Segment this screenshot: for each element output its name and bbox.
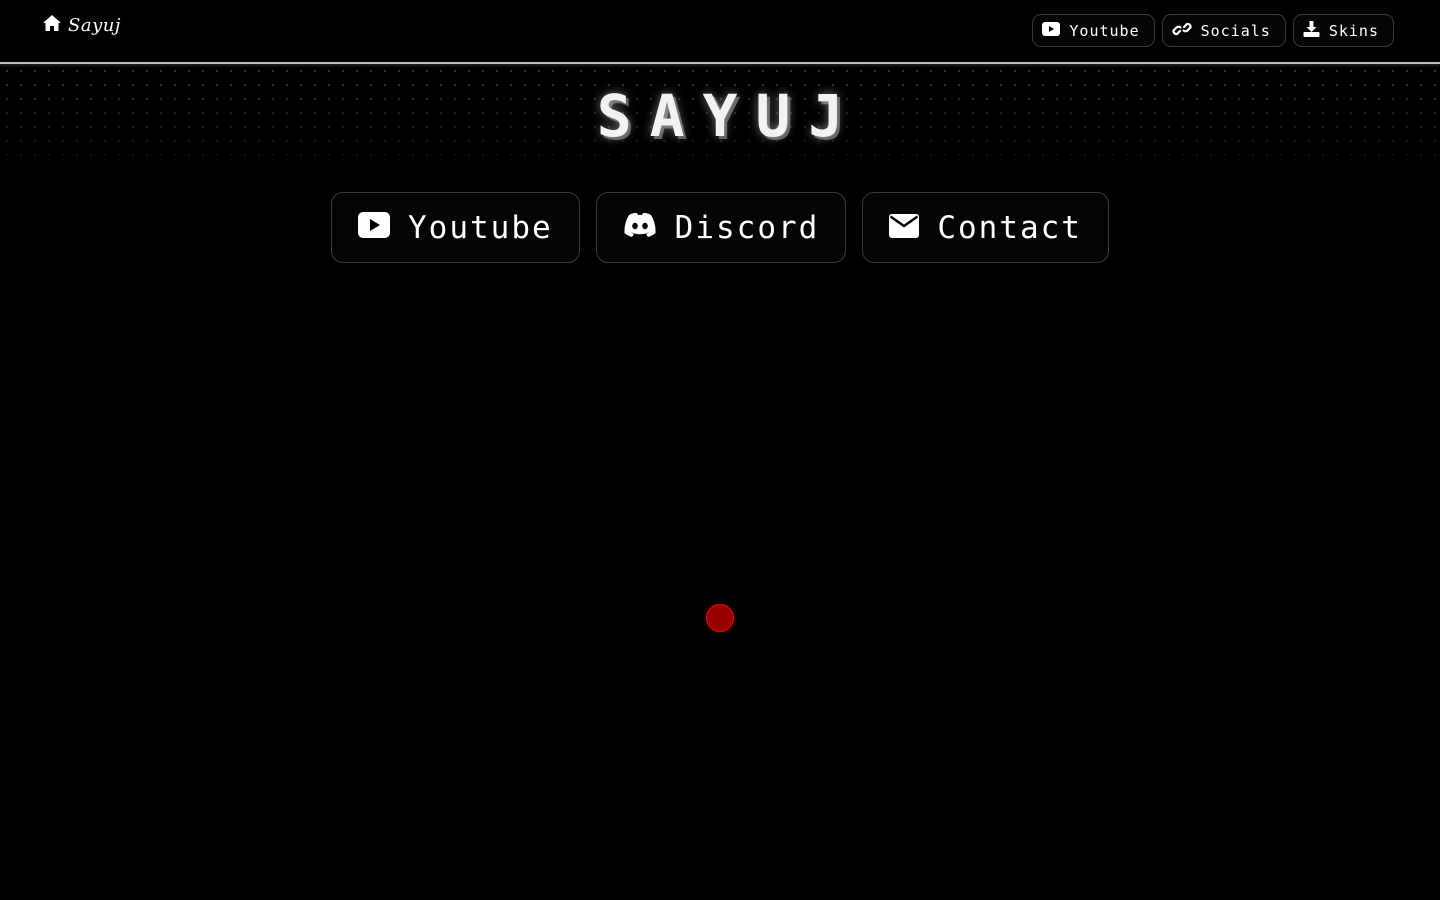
nav-socials-label: Socials — [1200, 21, 1271, 40]
envelope-icon — [889, 210, 920, 246]
site-title: SAYUJ — [596, 82, 862, 150]
contact-button[interactable]: Contact — [862, 192, 1109, 263]
nav-links: Youtube Socials Skins — [1032, 14, 1394, 47]
brand-label: Sayuj — [68, 14, 121, 36]
cursor-dot — [706, 604, 734, 632]
link-icon — [1172, 21, 1192, 41]
youtube-button[interactable]: Youtube — [331, 192, 580, 263]
download-icon — [1303, 20, 1320, 41]
navbar: Sayuj Youtube Socials Skins — [0, 0, 1440, 62]
nav-socials-button[interactable]: Socials — [1161, 14, 1286, 47]
nav-youtube-label: Youtube — [1069, 21, 1140, 40]
contact-label: Contact — [937, 209, 1082, 246]
youtube-icon — [1042, 21, 1061, 40]
nav-skins-button[interactable]: Skins — [1292, 14, 1394, 47]
youtube-label: Youtube — [408, 209, 553, 246]
home-link[interactable]: Sayuj — [42, 14, 121, 36]
discord-label: Discord — [674, 209, 820, 246]
main-links: Youtube Discord Contact — [0, 192, 1440, 263]
nav-skins-label: Skins — [1328, 21, 1379, 40]
home-icon — [42, 14, 62, 36]
nav-youtube-button[interactable]: Youtube — [1032, 14, 1155, 47]
discord-icon — [623, 210, 657, 246]
discord-button[interactable]: Discord — [595, 192, 847, 263]
youtube-icon — [358, 210, 391, 246]
